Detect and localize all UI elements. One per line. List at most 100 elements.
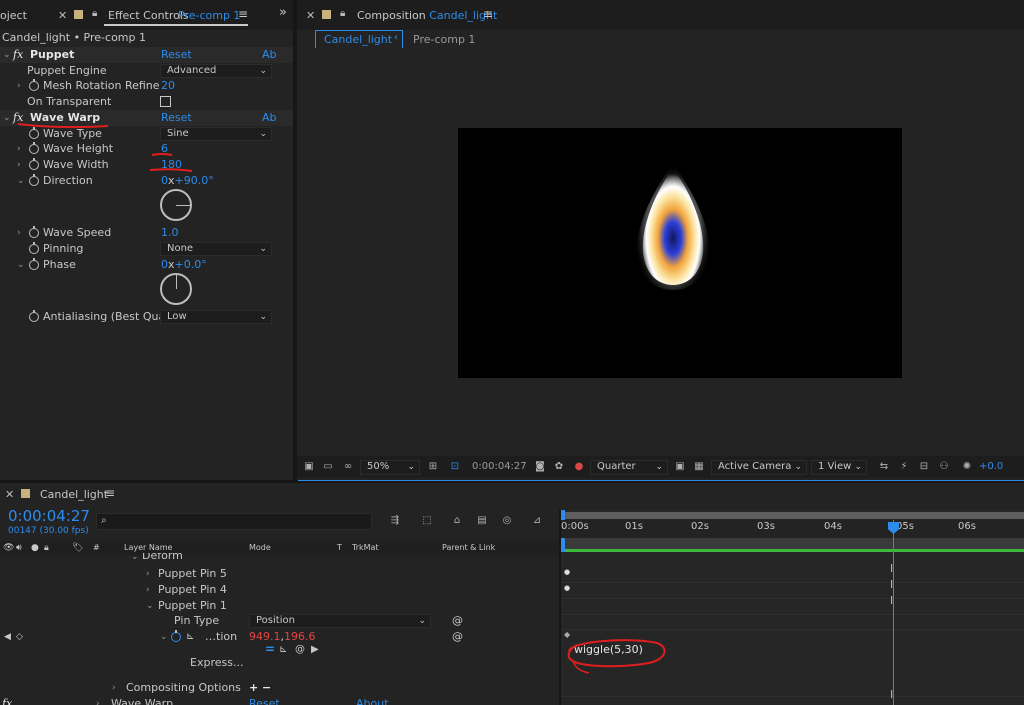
keyframe-marker[interactable]: I <box>890 688 893 701</box>
chevron-left-icon[interactable]: ‹ <box>394 32 398 43</box>
about-button[interactable]: About <box>356 696 389 705</box>
twirl-down-icon[interactable]: ⌄ <box>17 257 25 273</box>
stopwatch-icon[interactable] <box>171 630 181 642</box>
color-channels-icon[interactable]: ✿ <box>552 461 566 473</box>
layer-row-deform[interactable]: ⌄ Deform <box>0 553 560 565</box>
compositing-add-remove[interactable]: + − <box>249 680 271 696</box>
tab-timeline-candel-light[interactable]: Candel_light <box>40 488 108 501</box>
direction-dial[interactable] <box>160 189 192 221</box>
reset-button[interactable]: Reset <box>249 696 280 705</box>
twirl-down-icon[interactable]: ⌄ <box>146 598 154 614</box>
effect-controls-panel: oject ✕ 🔒︎ Effect Controls Pre-comp 1 ≡ … <box>0 0 293 480</box>
tab-pre-comp-1[interactable]: Pre-comp 1 <box>413 33 475 46</box>
zoom-dropdown[interactable]: 50% ⌄ <box>360 460 420 475</box>
layer-duration-bar[interactable] <box>561 549 1024 552</box>
keyframe-marker[interactable]: I <box>890 578 893 591</box>
view-layout-dropdown[interactable]: 1 View ⌄ <box>811 460 867 475</box>
add-keyframe-icon[interactable]: ◇ <box>16 629 23 645</box>
keyframe-dot[interactable]: ● <box>564 568 570 576</box>
antialiasing-dropdown[interactable]: Low ⌄ <box>160 310 272 324</box>
stopwatch-icon[interactable] <box>29 226 39 238</box>
pick-whip-icon[interactable]: @ <box>452 613 463 629</box>
twirl-down-icon[interactable]: ⌄ <box>160 629 168 645</box>
work-area-bar[interactable] <box>561 512 1024 519</box>
time-graph[interactable]: 0:00s 01s 02s 03s 04s 05s 06s ● ● ◆ wigg… <box>561 510 1024 705</box>
close-icon[interactable]: ✕ <box>306 9 315 22</box>
label-color-swatch <box>322 10 331 19</box>
mask-visibility-icon[interactable]: ∞ <box>341 461 355 473</box>
twirl-right-icon[interactable]: › <box>112 680 116 696</box>
stopwatch-icon[interactable] <box>29 258 39 270</box>
tab-composition[interactable]: Composition Candel_light <box>357 9 497 22</box>
ruler-label: 06s <box>958 521 976 532</box>
shy-layers-icon[interactable]: ⌂ <box>450 515 464 527</box>
annotation-underlines <box>17 123 193 172</box>
fast-preview-icon[interactable]: ▣ <box>673 461 687 473</box>
expression-language-menu-icon[interactable]: ▶ <box>311 644 319 655</box>
layer-row-puppet-pin-5[interactable]: › Puppet Pin 5 <box>0 566 560 582</box>
stopwatch-icon[interactable] <box>29 242 39 254</box>
frame-blending-icon[interactable]: ▤ <box>475 515 489 527</box>
composition-footer-toolbar: ▣ ▭ ∞ 50% ⌄ ⊞ ⊡ 0:00:04:27 ◙ ✿ ● Quarter ⌄… <box>297 456 1024 478</box>
layer-search-input[interactable]: ⌕ <box>96 513 372 530</box>
property-row-expression: Express... <box>190 656 244 669</box>
transparency-grid-icon[interactable]: ▦ <box>692 461 706 473</box>
camera-view-dropdown[interactable]: Active Camera ⌄ <box>711 460 807 475</box>
layer-in-point[interactable] <box>561 538 565 552</box>
position-value[interactable]: 949.1,196.6 <box>249 629 316 645</box>
wave-speed-value[interactable]: 1.0 <box>161 225 179 241</box>
fx-icon[interactable]: fx <box>2 696 12 705</box>
draft-3d-icon[interactable]: ⚡ <box>897 461 911 473</box>
layer-row-puppet-pin-1[interactable]: ⌄ Puppet Pin 1 <box>0 598 560 614</box>
prev-keyframe-icon[interactable]: ◀ <box>4 629 11 645</box>
draft-3d-icon[interactable]: ⬚ <box>420 515 434 527</box>
property-row-position: ◀ ◇ ⌄ ⊾ …tion 949.1,196.6 @ <box>4 629 463 645</box>
monitor-icon[interactable]: ▭ <box>321 461 335 473</box>
phase-dial[interactable] <box>160 273 192 305</box>
graph-icon[interactable]: ⊾ <box>186 629 194 645</box>
composition-viewer[interactable] <box>458 128 902 378</box>
pinning-dropdown[interactable]: None ⌄ <box>160 242 272 256</box>
graph-editor-icon[interactable]: ⊿ <box>530 515 544 527</box>
keyframe-marker[interactable]: I <box>890 562 893 575</box>
exposure-reset-icon[interactable]: ✺ <box>960 461 974 473</box>
layer-row-puppet-pin-4[interactable]: › Puppet Pin 4 <box>0 582 560 598</box>
resolution-dropdown[interactable]: Quarter ⌄ <box>590 460 668 475</box>
pick-whip-icon[interactable]: @ <box>452 629 463 645</box>
panel-menu-icon[interactable]: ≡ <box>483 7 493 21</box>
region-of-interest-icon[interactable]: ▣ <box>302 461 316 473</box>
chevron-down-icon: ⌄ <box>259 244 267 254</box>
expression-pickwhip-icon[interactable]: @ <box>295 644 305 655</box>
pin-type-dropdown[interactable]: Position ⌄ <box>249 614 431 628</box>
timeline-icon[interactable]: ⊟ <box>917 461 931 473</box>
comp-flowchart-icon[interactable]: ⇶ <box>388 515 402 527</box>
twirl-down-icon[interactable]: ⌄ <box>131 553 139 565</box>
grid-icon[interactable]: ⊡ <box>448 461 462 473</box>
tab-candel-light[interactable]: Candel_light ‹ <box>315 30 403 48</box>
camera-icon[interactable]: ◙ <box>533 461 547 473</box>
resolution-icon[interactable]: ● <box>572 461 586 473</box>
twirl-right-icon[interactable]: › <box>96 696 100 705</box>
current-timecode[interactable]: 0:00:04:27 <box>8 507 90 525</box>
keyframe-dot[interactable]: ● <box>564 584 570 592</box>
expression-enable-icon[interactable]: = <box>265 642 275 656</box>
current-time-field[interactable]: 0:00:04:27 <box>472 461 527 472</box>
twirl-right-icon[interactable]: › <box>146 566 150 582</box>
pixel-aspect-icon[interactable]: ⇆ <box>877 461 891 473</box>
motion-blur-icon[interactable]: ◎ <box>500 515 514 527</box>
panel-menu-icon[interactable]: ≡ <box>105 486 115 500</box>
layer-row-compositing-options[interactable]: › Compositing Options + − <box>0 680 560 696</box>
twirl-right-icon[interactable]: › <box>146 582 150 598</box>
twirl-right-icon[interactable]: › <box>17 225 21 241</box>
layer-row-wave-warp[interactable]: fx › Wave Warp Reset About <box>0 696 560 705</box>
flowchart-icon[interactable]: ⚇ <box>937 461 951 473</box>
lock-icon[interactable]: 🔒︎ <box>340 8 345 19</box>
close-icon[interactable]: ✕ <box>5 488 14 501</box>
stopwatch-icon[interactable] <box>29 310 39 322</box>
keyframe-marker[interactable]: I <box>890 594 893 607</box>
phase-value[interactable]: 0x+0.0° <box>161 257 207 273</box>
fit-icon[interactable]: ⊞ <box>426 461 440 473</box>
exposure-value[interactable]: +0.0 <box>979 461 1003 472</box>
expression-graph-icon[interactable]: ⊾ <box>279 644 287 655</box>
chevron-down-icon: ⌄ <box>854 462 862 472</box>
